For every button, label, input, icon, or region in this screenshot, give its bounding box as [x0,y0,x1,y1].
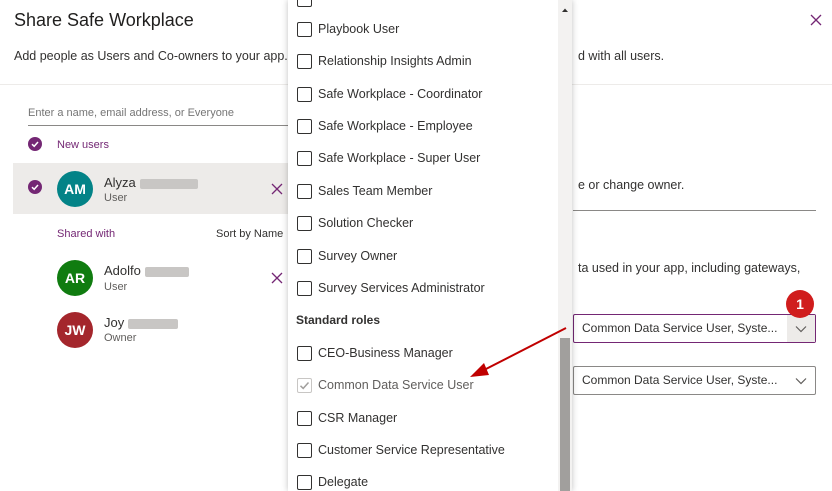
redacted-surname [144,266,189,277]
security-role-select-secondary[interactable]: Common Data Service User, Syste... [573,366,816,395]
user-role: Owner [104,332,137,344]
role-option-label: Delegate [318,475,369,489]
scroll-up-arrow-icon[interactable] [558,4,572,16]
new-users-check-icon [28,137,42,151]
checkbox-icon[interactable] [297,410,312,426]
checkbox-icon[interactable] [297,474,312,490]
checkbox-icon[interactable] [297,345,312,361]
user-name: Adolfo [104,263,189,278]
avatar: JW [57,312,93,348]
role-option[interactable]: Safe Workplace - Super User [297,147,480,169]
people-search-input[interactable] [28,100,290,126]
checkbox-checked-icon[interactable] [297,377,312,393]
co-owner-description: e or change owner. [578,178,685,192]
role-option-label: CSR Manager [318,411,398,425]
checkbox-icon[interactable] [297,150,312,166]
role-option-label: Safe Workplace - Coordinator [318,87,483,101]
role-option[interactable]: Common Data Service User [297,374,474,396]
role-option-label: Safe Workplace - Employee [318,119,473,133]
security-role-select-value: Common Data Service User, Syste... [582,321,778,335]
role-option-label: Sales Team Member [318,184,433,198]
group-header-standard-roles: Standard roles [296,313,381,327]
close-icon[interactable] [808,12,824,28]
user-name: Joy [104,315,179,330]
role-option[interactable]: Relationship Insights Admin [297,50,472,72]
checkbox-icon[interactable] [297,248,312,264]
role-option[interactable]: CEO-Business Manager [297,342,453,364]
checkbox-icon[interactable] [297,86,312,102]
role-option-label: Survey Services Administrator [318,281,485,295]
checkbox-icon[interactable] [297,183,312,199]
role-option-partial[interactable] [297,0,312,10]
role-option-label: Playbook User [318,22,400,36]
chevron-down-icon[interactable] [787,315,815,342]
dialog-title: Share Safe Workplace [14,10,194,30]
scrollbar-thumb[interactable] [560,338,570,491]
role-option[interactable]: Survey Services Administrator [297,277,485,299]
role-options: Playbook User Relationship Insights Admin… [288,0,558,491]
checkbox-icon[interactable] [297,442,312,458]
avatar: AM [57,171,93,207]
role-option[interactable]: Safe Workplace - Employee [297,115,473,137]
step-number-badge: 1 [786,290,814,318]
security-role-select[interactable]: Common Data Service User, Syste... [573,314,816,343]
security-role-dropdown-list[interactable]: Playbook User Relationship Insights Admin… [288,0,572,491]
user-role: User [104,281,128,293]
co-owner-field-underline [573,210,816,211]
role-option[interactable]: Delegate [297,471,368,491]
checkbox-icon[interactable] [297,21,312,37]
role-option[interactable]: Solution Checker [297,212,413,234]
role-option-label: Solution Checker [318,216,414,230]
role-option[interactable]: Playbook User [297,18,399,40]
role-option-label: Survey Owner [318,249,398,263]
security-role-select-value: Common Data Service User, Syste... [582,373,778,387]
role-option[interactable]: Survey Owner [297,245,397,267]
remove-user-icon[interactable] [271,183,283,195]
role-option-label: Relationship Insights Admin [318,54,472,68]
checkbox-icon[interactable] [297,0,312,7]
checkbox-icon[interactable] [297,215,312,231]
user-name: Alyza [104,175,198,190]
selected-check-icon[interactable] [28,180,42,194]
checkbox-icon[interactable] [297,280,312,296]
dialog-subtitle: Add people as Users and Co-owners to you… [14,49,288,63]
role-option[interactable]: Safe Workplace - Coordinator [297,83,482,105]
role-option[interactable]: Customer Service Representative [297,439,505,461]
role-option-label: CEO-Business Manager [318,346,453,360]
checkbox-icon[interactable] [297,118,312,134]
role-option-label: Safe Workplace - Super User [318,151,481,165]
remove-user-icon[interactable] [271,272,283,284]
new-users-label: New users [57,139,109,151]
avatar: AR [57,260,93,296]
role-option[interactable]: CSR Manager [297,407,397,429]
role-option-label: Customer Service Representative [318,443,505,457]
chevron-down-icon[interactable] [787,367,815,394]
redacted-surname [128,318,179,329]
role-option-label: Common Data Service User [318,378,474,392]
checkbox-icon[interactable] [297,53,312,69]
role-option[interactable]: Sales Team Member [297,180,432,202]
data-permissions-description: ta used in your app, including gateways, [578,261,801,275]
dialog-subtitle-tail: d with all users. [578,49,665,63]
redacted-surname [139,178,198,189]
sort-by-name-button[interactable]: Sort by Name [216,228,283,240]
shared-with-label: Shared with [57,228,116,240]
user-role: User [104,192,128,204]
